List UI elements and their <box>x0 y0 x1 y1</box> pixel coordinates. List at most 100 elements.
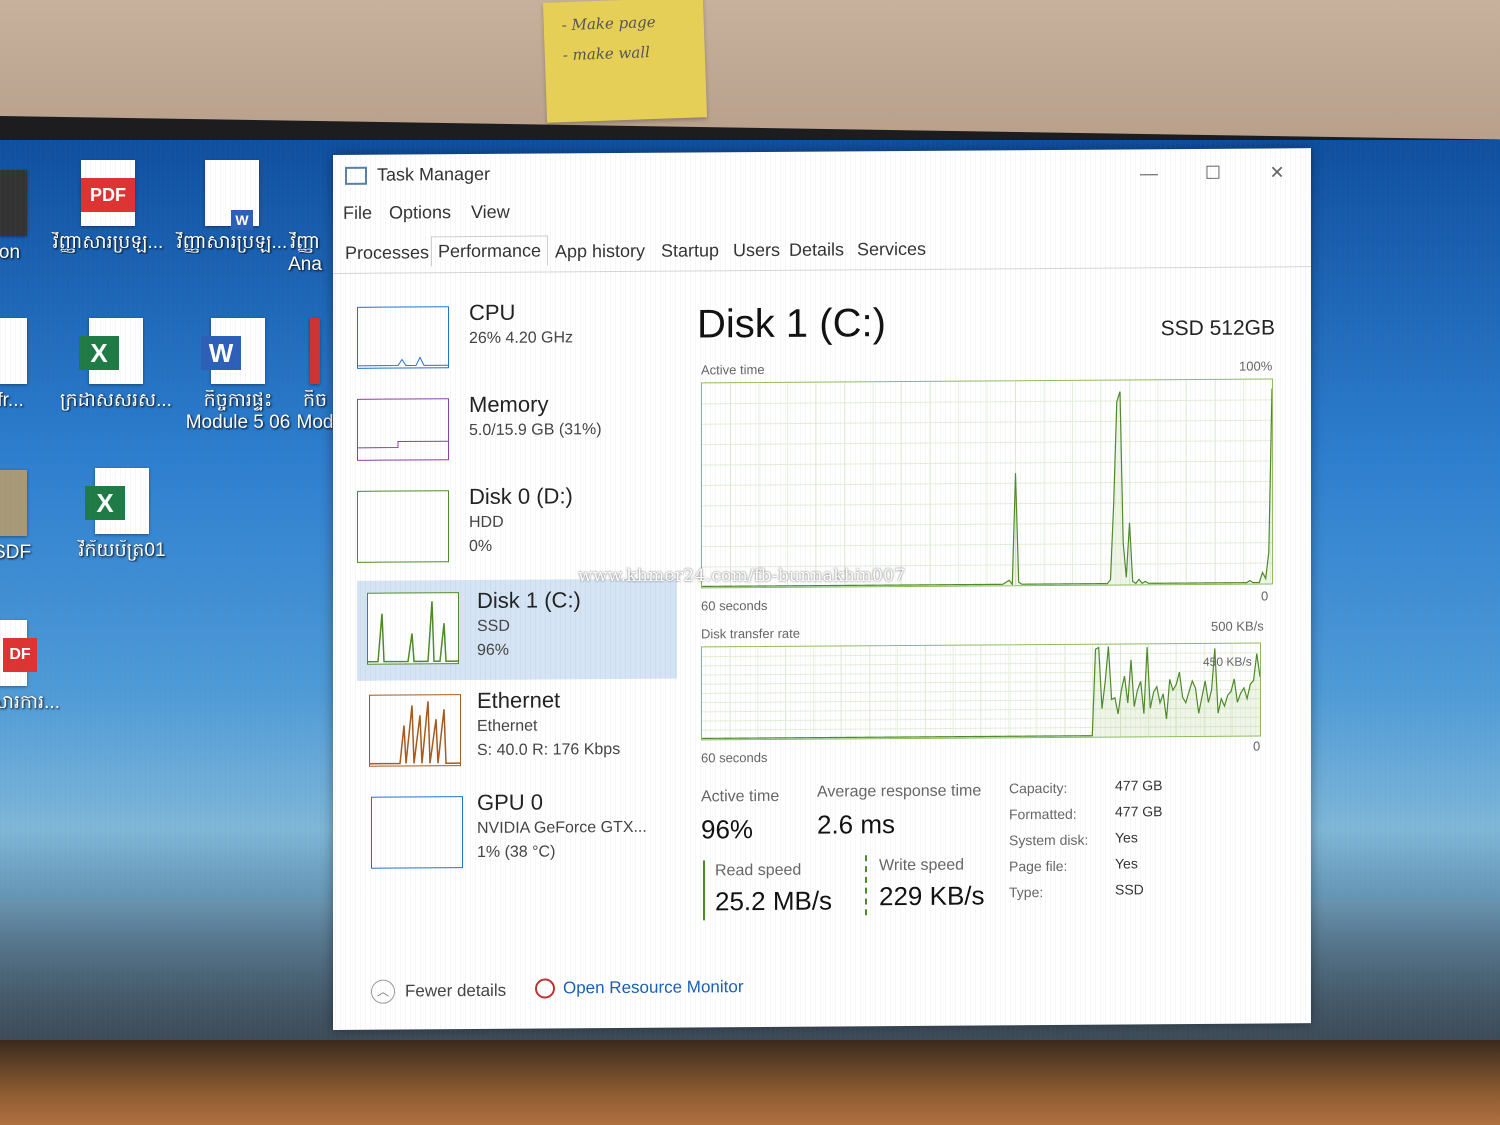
pdf-file-icon: DF <box>0 620 37 686</box>
open-resource-monitor-link[interactable]: Open Resource Monitor <box>563 977 743 998</box>
pdf-badge: PDF <box>81 178 135 212</box>
task-manager-window: Task Manager — ☐ ✕ File Options View Pro… <box>333 148 1311 1030</box>
transfer-rate-graph <box>701 642 1261 741</box>
maximize-button[interactable]: ☐ <box>1201 163 1225 183</box>
word-file-icon: W <box>201 318 265 384</box>
tab-services[interactable]: Services <box>853 237 930 263</box>
desktop-icon-label: វិញ្ញាសារប្រឡ... <box>52 232 164 253</box>
title-bar[interactable]: Task Manager — ☐ ✕ <box>333 148 1311 197</box>
resource-name: Disk 0 (D:) <box>469 483 573 510</box>
desktop-icon[interactable]: គ្ននSDF <box>0 470 60 564</box>
detail-title: Disk 1 (C:) <box>697 301 886 347</box>
tab-performance[interactable]: Performance <box>431 235 549 267</box>
tab-bar: Processes Performance App history Startu… <box>333 230 1311 274</box>
graph-time-label: 60 seconds <box>701 597 768 614</box>
desktop-icon[interactable]: PDF វិញ្ញាសារប្រឡ... <box>48 160 168 254</box>
graph-label: Active time <box>701 361 765 378</box>
resource-usage: 1% (38 °C) <box>477 843 556 861</box>
resource-gpu[interactable]: GPU 0 NVIDIA GeForce GTX... 1% (38 °C) <box>357 789 657 881</box>
minimize-button[interactable]: — <box>1137 163 1161 183</box>
menu-options[interactable]: Options <box>389 202 451 223</box>
window-title: Task Manager <box>377 163 491 185</box>
menu-view[interactable]: View <box>471 202 510 223</box>
menu-file[interactable]: File <box>343 203 372 224</box>
active-time-graph <box>701 378 1273 589</box>
desktop-icon[interactable]: DF សារការ... <box>0 620 60 714</box>
excel-badge: X <box>85 486 125 520</box>
resource-ethernet[interactable]: Ethernet Ethernet S: 40.0 R: 176 Kbps <box>357 687 657 779</box>
resource-type: HDD <box>469 513 504 532</box>
tab-startup[interactable]: Startup <box>657 238 723 263</box>
resource-disk-1[interactable]: Disk 1 (C:) SSD 96% <box>357 578 677 681</box>
read-speed-marker <box>703 860 705 921</box>
active-time-value: 96% <box>701 814 754 845</box>
disk0-thumbnail-graph <box>357 490 449 563</box>
tab-users[interactable]: Users <box>729 238 784 263</box>
property-value: 477 GB <box>1115 803 1163 820</box>
property-label: Formatted: <box>1009 805 1077 823</box>
resource-usage: 96% <box>477 641 510 659</box>
read-speed-label: Read speed <box>715 861 802 880</box>
resource-detail: 26% 4.20 GHz <box>469 329 574 348</box>
gpu-thumbnail-graph <box>371 796 463 869</box>
file-icon <box>0 170 27 236</box>
word-badge: W <box>201 336 241 370</box>
pdf-file-icon: PDF <box>81 160 135 226</box>
fewer-details-link[interactable]: Fewer details <box>405 981 506 1002</box>
tab-app-history[interactable]: App history <box>551 239 649 265</box>
resource-type: Ethernet <box>477 717 538 735</box>
write-speed-value: 229 KB/s <box>879 880 985 912</box>
property-value: Yes <box>1115 855 1138 872</box>
graph-mid-label: 450 KB/s <box>1203 654 1252 669</box>
cpu-thumbnail-graph <box>357 306 449 369</box>
desktop-icon-label: st-fr... <box>0 390 24 411</box>
tab-processes[interactable]: Processes <box>341 240 433 266</box>
desktop-icon-label: វិញ្ញា <box>290 232 320 253</box>
sticky-note-line: - make wall <box>562 43 651 65</box>
desktop-icon[interactable]: W កិច្ចការផ្ទះ Module 5 06 <box>178 318 298 434</box>
sticky-note-line: - Make page <box>561 12 656 35</box>
desktop-icon-label: កិច្ចការផ្ទះ <box>203 390 273 411</box>
desktop-icon[interactable]: st-fr... <box>0 318 60 412</box>
resource-usage: 0% <box>469 537 493 556</box>
avg-response-label: Average response time <box>817 782 982 801</box>
desktop-icon-sublabel: Module 5 06 <box>185 412 291 433</box>
resource-detail: 5.0/15.9 GB (31%) <box>469 421 602 440</box>
resource-name: Memory <box>469 391 549 418</box>
resource-memory[interactable]: Memory 5.0/15.9 GB (31%) <box>357 391 657 483</box>
excel-badge: X <box>79 336 119 370</box>
desk-surface <box>0 1040 1500 1125</box>
footer: ︿ Fewer details Open Resource Monitor <box>333 963 1311 1020</box>
property-value: SSD <box>1115 881 1144 898</box>
tab-details[interactable]: Details <box>785 237 848 262</box>
disk1-thumbnail-graph <box>367 592 459 665</box>
desktop-icon[interactable]: X វិក័យប័ត្រ01 <box>62 468 182 562</box>
resource-name: GPU 0 <box>477 789 544 815</box>
write-speed-label: Write speed <box>879 856 965 875</box>
word-badge: W <box>231 210 253 230</box>
resource-detail: NVIDIA GeForce GTX... <box>477 818 647 837</box>
ethernet-thumbnail-graph <box>369 694 461 767</box>
property-value: 477 GB <box>1115 777 1163 794</box>
graph-min-label: 0 <box>1253 738 1261 754</box>
desktop-icon-label: វិក័យប័ត្រ01 <box>78 540 166 561</box>
desktop-icon-label: ក្រដាសសរស... <box>60 390 172 411</box>
write-speed-marker <box>865 855 867 916</box>
resource-cpu[interactable]: CPU 26% 4.20 GHz <box>357 299 657 391</box>
sticky-note: - Make page - make wall <box>542 0 708 123</box>
resource-monitor-icon[interactable] <box>535 978 555 999</box>
resource-name: CPU <box>469 299 516 326</box>
desktop-icon-sublabel: Ana <box>288 254 322 275</box>
close-button[interactable]: ✕ <box>1265 162 1289 182</box>
memory-thumbnail-graph <box>357 398 449 461</box>
property-label: Page file: <box>1009 857 1068 875</box>
avg-response-value: 2.6 ms <box>817 809 896 840</box>
property-label: Capacity: <box>1009 779 1068 797</box>
graph-max-label: 100% <box>1239 358 1273 374</box>
resource-disk-0[interactable]: Disk 0 (D:) HDD 0% <box>357 483 657 575</box>
desktop-icon[interactable]: វិញ្ញា Ana <box>270 160 340 276</box>
file-icon <box>0 318 27 384</box>
desktop-icon[interactable]: X ក្រដាសសរស... <box>56 318 176 412</box>
property-value: Yes <box>1115 829 1138 846</box>
chevron-up-icon[interactable]: ︿ <box>371 979 395 1004</box>
